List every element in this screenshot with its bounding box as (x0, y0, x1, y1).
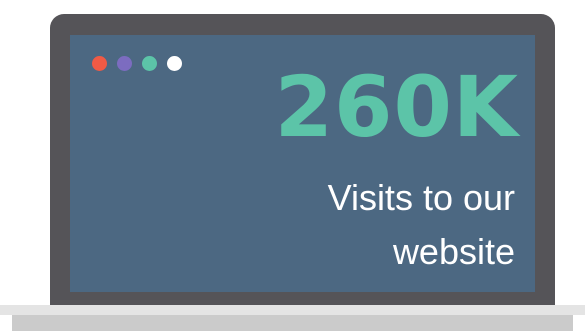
stat-value: 260K (274, 58, 519, 156)
purple-dot-icon (117, 56, 132, 71)
laptop-base-bottom (12, 315, 573, 331)
red-dot-icon (92, 56, 107, 71)
window-controls (92, 56, 182, 71)
caption-line-2: website (392, 231, 515, 272)
laptop-base-top (0, 305, 585, 315)
laptop-illustration: 260K Visits to our website (0, 0, 585, 331)
stat-caption: Visits to our website (195, 171, 515, 279)
white-dot-icon (167, 56, 182, 71)
laptop-screen: 260K Visits to our website (70, 35, 535, 292)
caption-line-1: Visits to our (327, 177, 515, 218)
teal-dot-icon (142, 56, 157, 71)
